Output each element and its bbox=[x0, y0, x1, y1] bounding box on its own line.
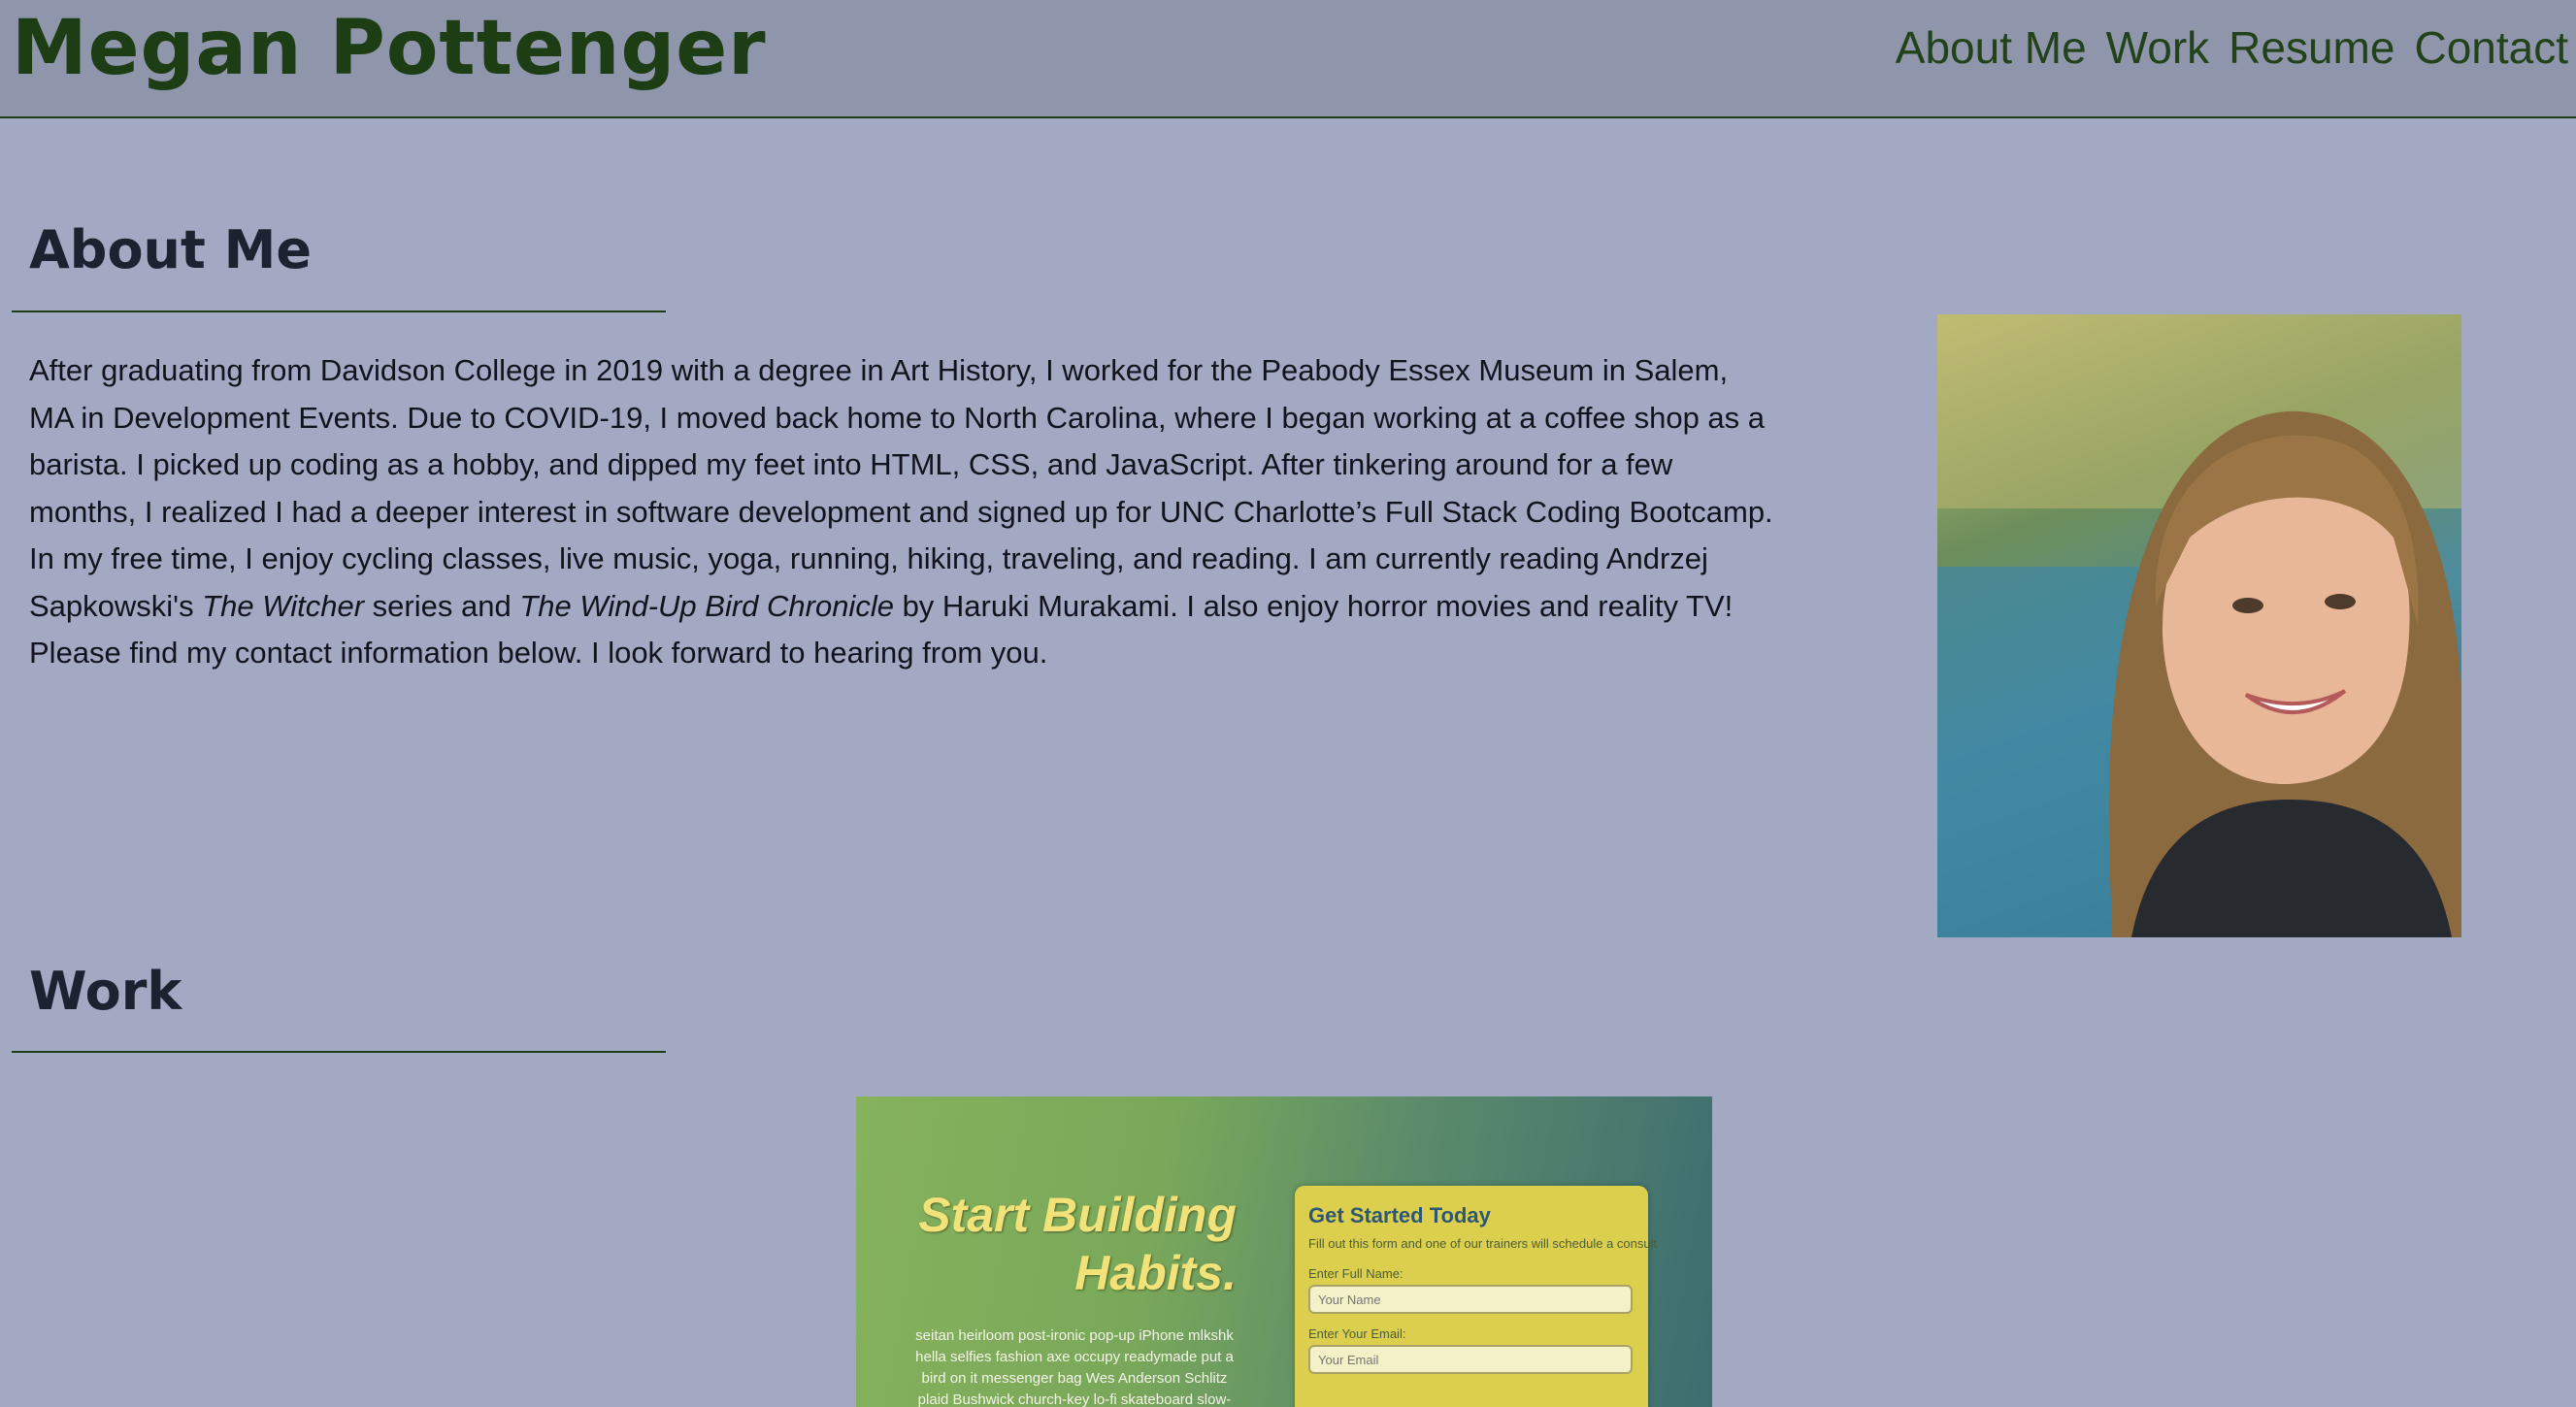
about-text-part-1: After graduating from Davidson College i… bbox=[29, 353, 1773, 623]
email-input bbox=[1308, 1345, 1633, 1374]
name-input bbox=[1308, 1285, 1633, 1314]
project-headline-line2: Habits. bbox=[1074, 1246, 1237, 1300]
about-heading: About Me bbox=[29, 219, 312, 280]
main-nav: About Me Work Resume Contact bbox=[1896, 17, 2568, 78]
work-heading: Work bbox=[29, 961, 182, 1022]
profile-photo-illustration bbox=[1937, 314, 2461, 937]
form-subtitle: Fill out this form and one of our traine… bbox=[1308, 1236, 1658, 1251]
email-label: Enter Your Email: bbox=[1308, 1326, 1406, 1341]
nav-link-about-me[interactable]: About Me bbox=[1896, 17, 2087, 78]
about-text-part-2: series and bbox=[364, 588, 520, 623]
project-screenshot[interactable]: Start Building Habits. seitan heirloom p… bbox=[856, 1096, 1712, 1407]
project-signup-form: Get Started Today Fill out this form and… bbox=[1295, 1186, 1658, 1407]
site-header: Megan Pottenger About Me Work Resume Con… bbox=[0, 0, 2576, 118]
project-blurb: seitan heirloom post-ironic pop-up iPhon… bbox=[915, 1327, 1234, 1407]
name-label: Enter Full Name: bbox=[1308, 1266, 1404, 1281]
work-divider bbox=[12, 1051, 666, 1053]
profile-photo bbox=[1937, 314, 2461, 937]
nav-link-work[interactable]: Work bbox=[2106, 17, 2210, 78]
about-divider bbox=[12, 311, 666, 312]
book-title-wind-up-bird: The Wind-Up Bird Chronicle bbox=[519, 588, 894, 623]
book-title-the-witcher: The Witcher bbox=[202, 588, 365, 623]
form-title: Get Started Today bbox=[1308, 1203, 1491, 1227]
project-headline: Start Building Habits. bbox=[918, 1186, 1237, 1302]
nav-link-contact[interactable]: Contact bbox=[2414, 17, 2568, 78]
site-title: Megan Pottenger bbox=[12, 5, 767, 92]
about-paragraph: After graduating from Davidson College i… bbox=[29, 347, 1776, 677]
project-headline-line1: Start Building bbox=[918, 1188, 1237, 1242]
nav-link-resume[interactable]: Resume bbox=[2229, 17, 2394, 78]
